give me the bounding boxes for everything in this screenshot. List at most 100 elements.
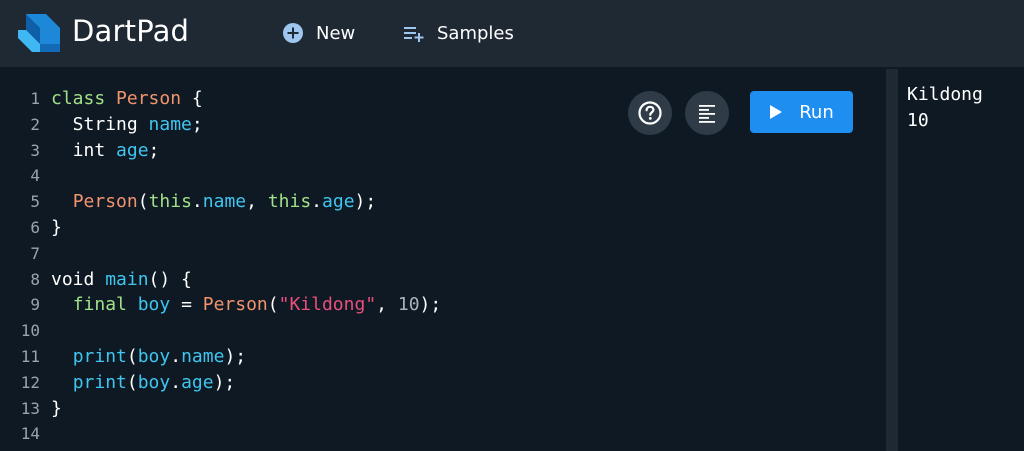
playlist-add-icon (403, 22, 425, 44)
line-number: 13 (20, 398, 40, 418)
code-token: , (376, 294, 398, 316)
code-line[interactable]: 11 print(boy.name); (0, 344, 620, 370)
code-token: class (51, 88, 106, 109)
output-line: 10 (907, 110, 929, 131)
code-token: boy (137, 294, 171, 316)
app-title: DartPad (72, 14, 190, 48)
code-token: name (148, 113, 192, 135)
run-button-label: Run (799, 101, 834, 123)
code-token: ( (126, 346, 138, 367)
code-text: class Person { (51, 86, 203, 112)
code-token: final (72, 294, 127, 316)
line-number: 6 (30, 218, 40, 237)
code-text: int age; (51, 138, 160, 164)
code-token: name (181, 346, 225, 367)
line-number: 12 (20, 372, 40, 392)
code-token: boy (137, 371, 171, 393)
code-token: this (267, 191, 312, 213)
samples-button[interactable]: Samples (403, 20, 514, 46)
code-line[interactable]: 13} (0, 396, 620, 422)
code-line[interactable]: 6} (0, 215, 620, 241)
code-token: . (191, 191, 203, 213)
new-button[interactable]: New (282, 20, 355, 46)
code-token: 10 (397, 294, 420, 316)
code-token: String (51, 113, 149, 135)
code-token: ); (354, 191, 377, 213)
code-token: . (170, 371, 182, 393)
code-token: . (170, 346, 182, 367)
dart-logo-icon (18, 14, 60, 52)
line-number: 4 (30, 166, 40, 186)
code-token: this (148, 191, 192, 213)
help-icon (638, 101, 662, 125)
code-token: name (202, 191, 247, 213)
code-line[interactable]: 1 class Person { (0, 86, 620, 112)
code-token: void (51, 268, 106, 290)
code-token: age (181, 371, 214, 393)
code-line[interactable]: 12 print(boy.age); (0, 370, 620, 396)
code-token: { (181, 88, 203, 109)
code-line[interactable]: 5 Person(this.name, this.age); (0, 189, 620, 215)
line-number: 14 (20, 424, 40, 444)
code-token: ); (419, 294, 442, 316)
line-number: 5 (30, 192, 40, 212)
output-line: Kildong (907, 84, 983, 105)
panel-splitter[interactable] (886, 69, 898, 451)
line-number: 9 (30, 295, 40, 315)
code-token: ( (267, 294, 279, 316)
line-number: 7 (30, 243, 40, 263)
code-token: Person (72, 191, 138, 213)
add-circle-icon (282, 22, 304, 44)
code-line[interactable]: 4 (0, 163, 620, 189)
code-line[interactable]: 9 final boy = Person("Kildong", 10); (0, 292, 620, 318)
code-token: , (246, 191, 268, 213)
code-token: int (51, 139, 117, 161)
code-token: age (322, 191, 355, 213)
code-line[interactable]: 14 (0, 421, 620, 447)
code-token: print (72, 371, 127, 393)
code-token: boy (137, 346, 171, 367)
line-number: 1 (30, 89, 40, 108)
code-token: } (51, 397, 62, 419)
code-token: () { (148, 268, 192, 290)
code-text: final boy = Person("Kildong", 10); (51, 292, 442, 318)
code-line[interactable]: 8 void main() { (0, 267, 620, 293)
run-button[interactable]: Run (750, 91, 853, 133)
new-button-label: New (316, 22, 356, 44)
code-token: = (170, 294, 203, 316)
code-token: ( (126, 371, 138, 393)
line-number: 10 (20, 321, 40, 341)
code-line[interactable]: 7 (0, 241, 620, 267)
code-line[interactable]: 2 String name; (0, 112, 620, 138)
code-line[interactable]: 3 int age; (0, 138, 620, 164)
code-text: Person(this.name, this.age); (51, 189, 377, 215)
code-token: ( (137, 191, 149, 213)
help-button[interactable] (628, 91, 672, 135)
code-token: Person (116, 88, 182, 109)
code-token: ; (191, 113, 203, 135)
format-button[interactable] (685, 91, 729, 135)
samples-button-label: Samples (437, 22, 514, 44)
code-token: ); (224, 346, 247, 367)
code-token: ); (213, 371, 236, 393)
code-token: age (116, 139, 149, 161)
code-token: . (311, 191, 323, 213)
code-text: String name; (51, 112, 203, 138)
line-number: 3 (30, 140, 40, 160)
format-align-icon (699, 105, 715, 123)
play-icon (769, 104, 783, 120)
line-number: 11 (20, 347, 40, 366)
code-token: main (105, 268, 149, 290)
app-header: DartPad New Samples (0, 0, 1024, 68)
code-line[interactable]: 10 (0, 318, 620, 344)
code-text: } (51, 215, 62, 241)
line-number: 8 (30, 269, 40, 289)
code-token: } (51, 217, 62, 238)
code-text: print(boy.name); (51, 344, 246, 370)
